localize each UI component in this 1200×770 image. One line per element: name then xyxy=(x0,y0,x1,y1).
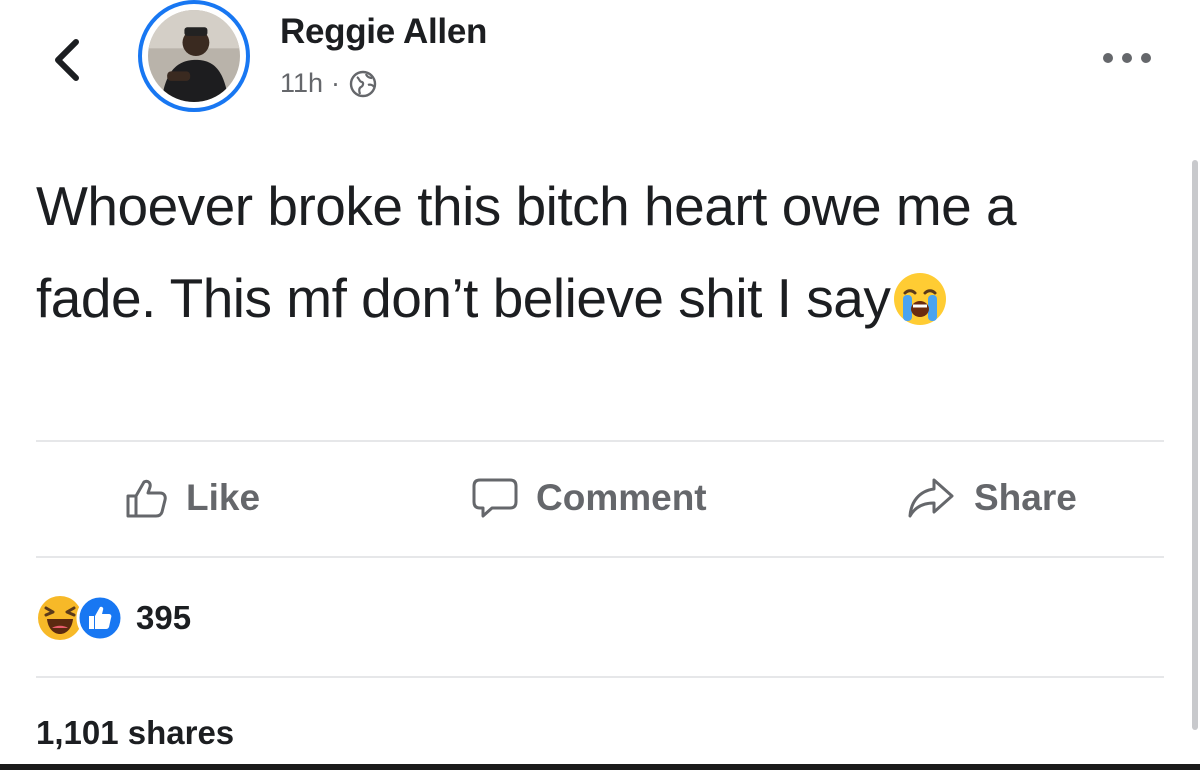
meta-separator: · xyxy=(331,68,341,98)
divider xyxy=(36,676,1164,678)
comment-icon xyxy=(472,478,518,518)
like-label: Like xyxy=(186,477,261,518)
author-name[interactable]: Reggie Allen xyxy=(280,12,487,52)
share-label: Share xyxy=(974,477,1077,518)
more-dots-icon xyxy=(1103,53,1151,63)
divider xyxy=(36,440,1164,442)
comment-button[interactable]: Comment xyxy=(472,476,707,520)
scrollbar[interactable] xyxy=(1192,160,1198,730)
reaction-count: 395 xyxy=(136,599,192,636)
like-reaction-icon xyxy=(76,594,124,642)
divider xyxy=(36,556,1164,558)
author-avatar[interactable] xyxy=(138,0,250,112)
post-body: Whoever broke this bitch heart owe me a … xyxy=(36,175,1017,329)
comment-label: Comment xyxy=(536,477,707,518)
post-meta: 11h · xyxy=(280,68,378,99)
share-button[interactable]: Share xyxy=(906,476,1077,520)
crying-face-emoji-icon xyxy=(894,273,947,325)
reactions-summary[interactable]: 395 xyxy=(36,594,191,642)
back-button[interactable] xyxy=(46,34,90,86)
thumbs-up-icon xyxy=(126,479,167,518)
bottom-border xyxy=(0,764,1200,770)
more-options-button[interactable] xyxy=(1098,46,1158,70)
share-arrow-icon xyxy=(908,478,954,518)
globe-icon xyxy=(349,70,377,97)
like-button[interactable]: Like xyxy=(124,476,260,520)
profile-photo xyxy=(148,10,240,102)
chevron-left-icon xyxy=(55,39,79,81)
post-timestamp[interactable]: 11h xyxy=(280,68,323,99)
post-text: Whoever broke this bitch heart owe me a … xyxy=(36,160,1146,344)
shares-count[interactable]: 1,101 shares xyxy=(36,714,234,752)
